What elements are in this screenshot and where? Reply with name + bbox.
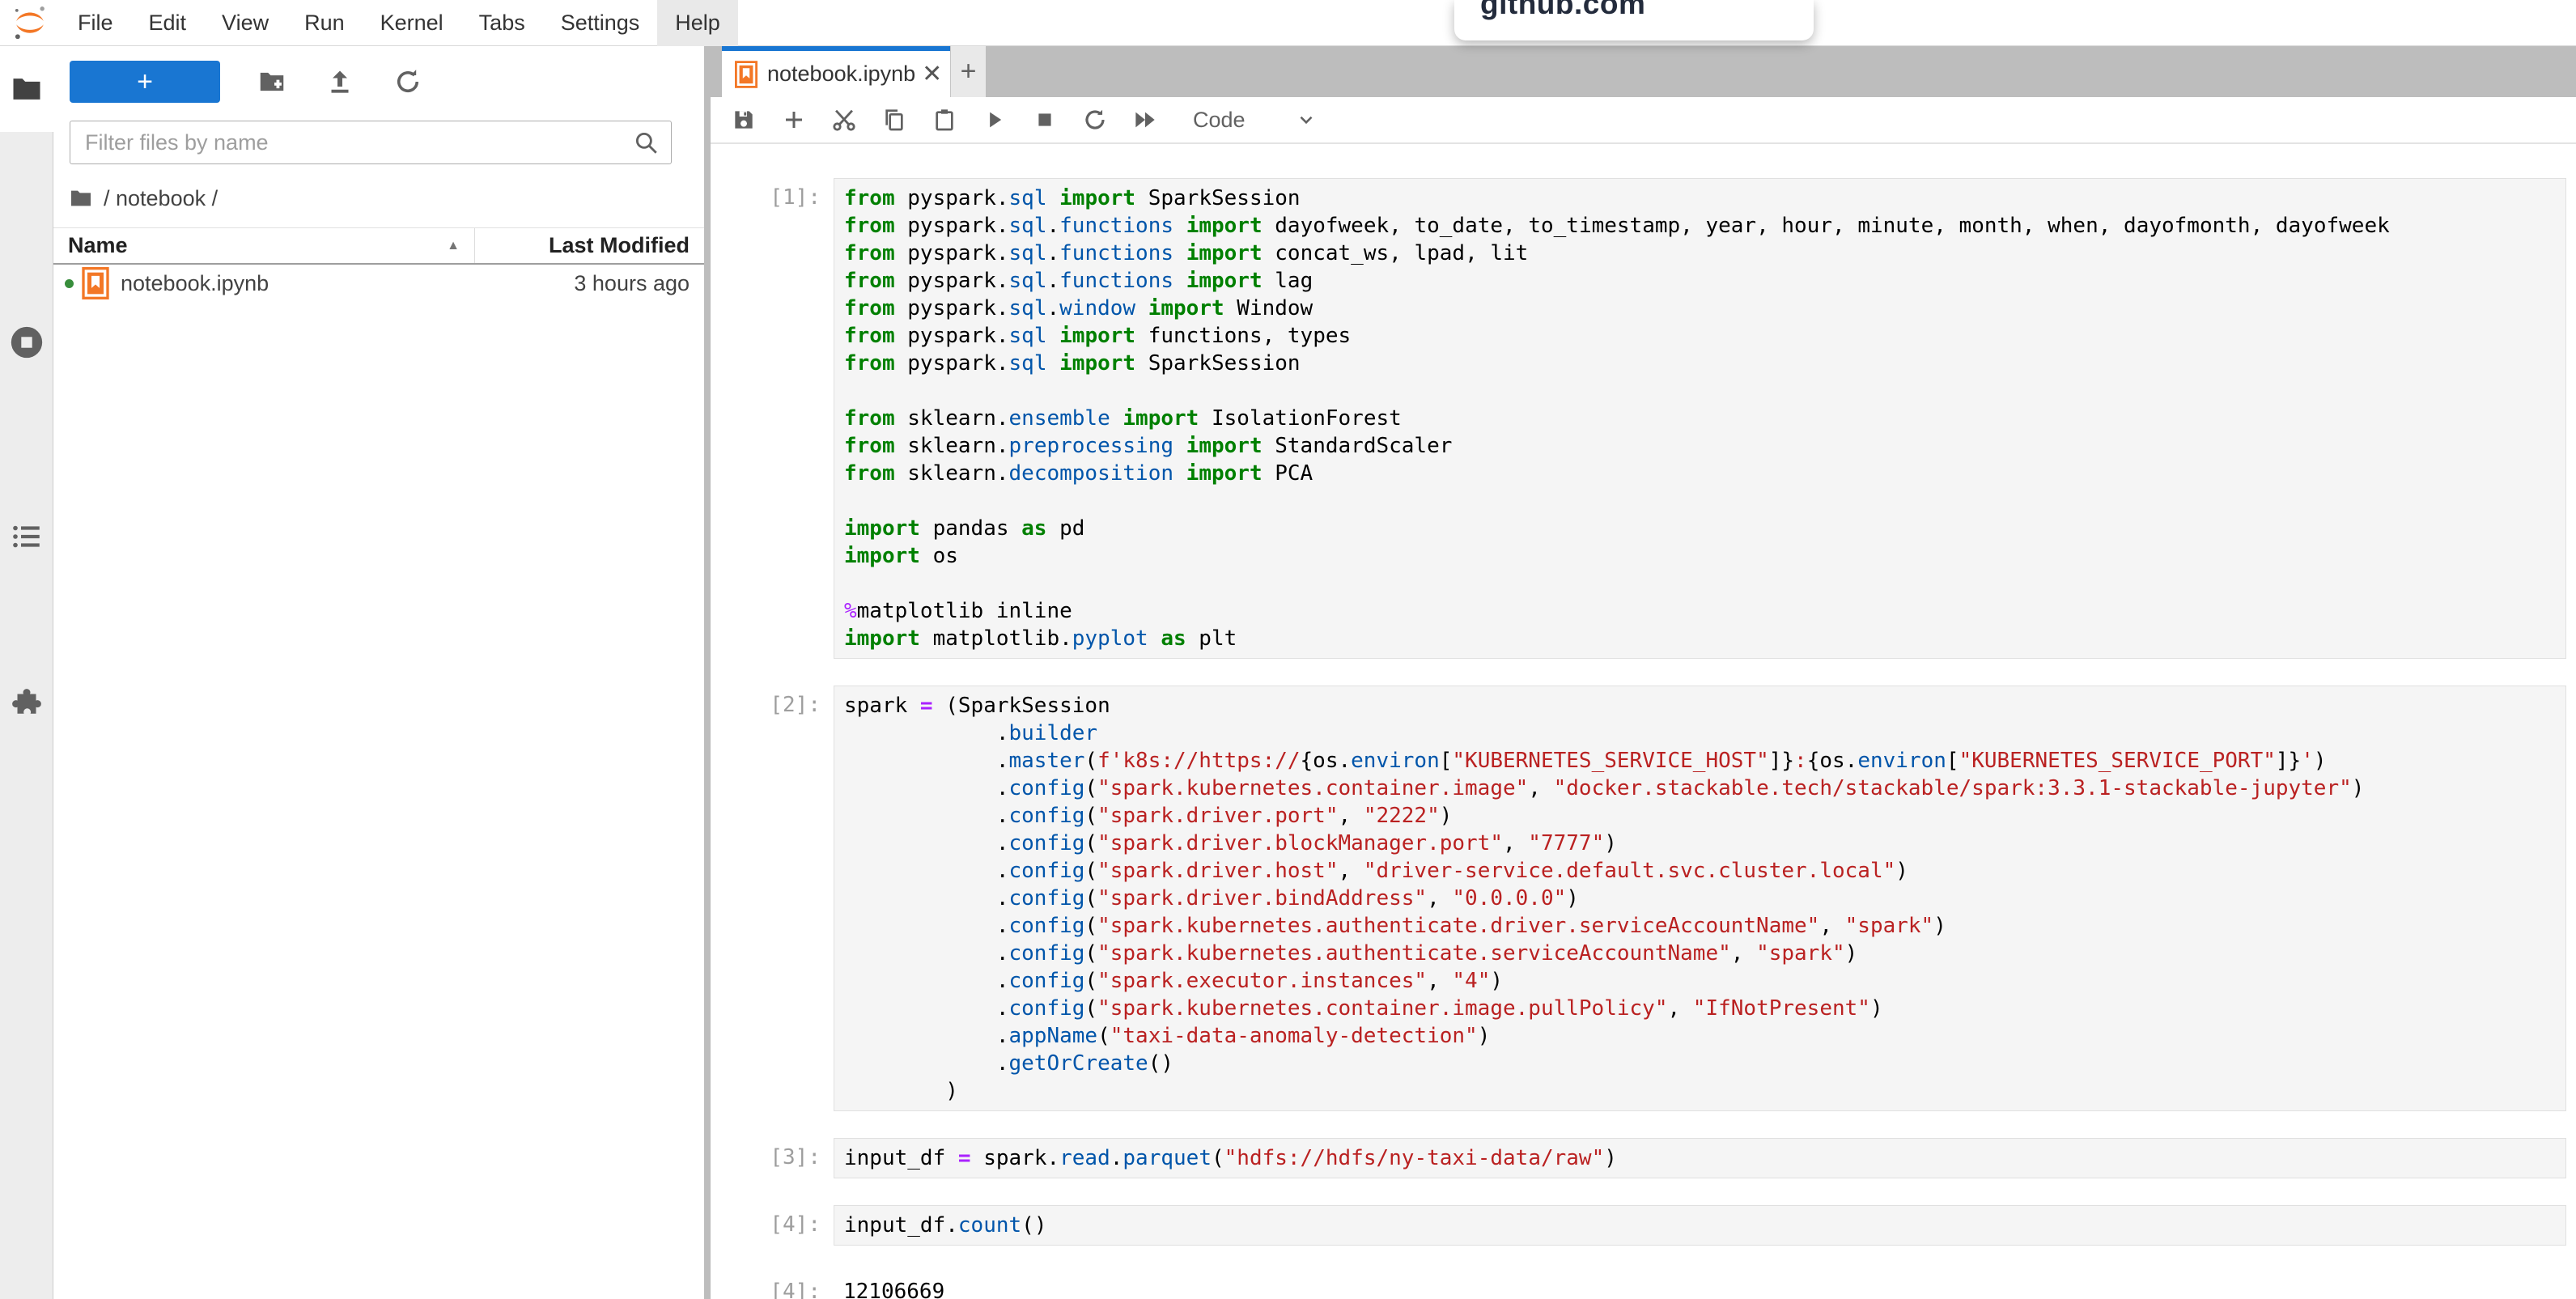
- menu-edit[interactable]: Edit: [131, 0, 205, 46]
- breadcrumb-path[interactable]: / notebook /: [104, 186, 218, 211]
- add-cell-icon[interactable]: [780, 105, 808, 134]
- breadcrumb[interactable]: / notebook /: [53, 182, 704, 214]
- new-folder-icon[interactable]: [256, 66, 288, 98]
- menu-settings[interactable]: Settings: [543, 0, 658, 46]
- home-folder-icon[interactable]: [68, 185, 94, 211]
- close-tab-icon[interactable]: ✕: [922, 60, 942, 88]
- tab-bar: notebook.ipynb ✕ +: [711, 46, 2576, 97]
- notebook-file-icon: [735, 61, 758, 88]
- file-list-header: Name ▲ Last Modified: [53, 227, 704, 265]
- browser-popup: github.com: [1454, 0, 1814, 40]
- execution-prompt: [2]:: [711, 686, 834, 717]
- upload-icon[interactable]: [324, 66, 356, 98]
- new-tab-button[interactable]: +: [950, 46, 986, 97]
- menu-run[interactable]: Run: [286, 0, 363, 46]
- copy-icon[interactable]: [881, 105, 908, 134]
- tab-title: notebook.ipynb: [767, 62, 915, 87]
- save-icon[interactable]: [730, 105, 758, 134]
- menu-kernel[interactable]: Kernel: [363, 0, 461, 46]
- notebook-toolbar: Code: [711, 97, 2576, 144]
- menu-bar: File Edit View Run Kernel Tabs Settings …: [0, 0, 2576, 46]
- code-cell: [1]:from pyspark.sql import SparkSession…: [711, 178, 2576, 659]
- execution-prompt: [4]:: [711, 1205, 834, 1237]
- search-icon: [632, 129, 660, 156]
- puzzle-icon: [8, 685, 45, 722]
- refresh-icon[interactable]: [392, 66, 424, 98]
- popup-text: github.com: [1480, 0, 1814, 21]
- menu-file[interactable]: File: [60, 0, 131, 46]
- cell-type-select[interactable]: Code: [1193, 108, 1246, 133]
- code-cell: [4]:input_df.count(): [711, 1205, 2576, 1246]
- sort-ascending-icon: ▲: [447, 239, 460, 253]
- run-all-icon[interactable]: [1131, 105, 1159, 134]
- main-area: notebook.ipynb ✕ +: [711, 46, 2576, 1299]
- notebook-file-icon: [82, 267, 109, 299]
- sidebar-item-extensions[interactable]: [7, 684, 46, 723]
- menu-view[interactable]: View: [204, 0, 286, 46]
- list-icon: [10, 520, 44, 554]
- cell-editor[interactable]: spark = (SparkSession .builder .master(f…: [834, 686, 2566, 1111]
- file-browser-toolbar: +: [53, 46, 704, 103]
- cell-editor[interactable]: from pyspark.sql import SparkSessionfrom…: [834, 178, 2566, 659]
- cell-output: 12106669: [834, 1272, 2566, 1299]
- tab-notebook[interactable]: notebook.ipynb ✕: [722, 46, 950, 97]
- left-sidebar: [0, 46, 53, 1299]
- kernel-running-dot: [65, 279, 74, 288]
- filter-files-box: [70, 121, 672, 164]
- file-list-item[interactable]: notebook.ipynb 3 hours ago: [53, 265, 704, 302]
- output-prompt: [4]:: [711, 1272, 834, 1299]
- menu-help[interactable]: Help: [657, 0, 738, 46]
- sidebar-item-running-sessions[interactable]: [7, 323, 46, 362]
- restart-kernel-icon[interactable]: [1081, 105, 1109, 134]
- column-header-name[interactable]: Name ▲: [53, 228, 474, 263]
- file-modified-time: 3 hours ago: [574, 271, 704, 296]
- folder-icon: [7, 70, 46, 108]
- file-name: notebook.ipynb: [121, 271, 269, 296]
- sidebar-item-table-of-contents[interactable]: [7, 517, 46, 556]
- paste-icon[interactable]: [931, 105, 958, 134]
- filter-files-input[interactable]: [85, 130, 632, 155]
- execution-prompt: [3]:: [711, 1138, 834, 1170]
- jupyter-logo-icon: [11, 4, 49, 41]
- output-row: [4]:12106669: [711, 1272, 2576, 1299]
- code-cell: [2]:spark = (SparkSession .builder .mast…: [711, 686, 2576, 1111]
- file-browser-panel: + / notebo: [53, 46, 704, 1299]
- sidebar-item-file-browser[interactable]: [0, 46, 53, 132]
- chevron-down-icon[interactable]: [1296, 109, 1317, 130]
- stop-circle-icon: [8, 324, 45, 361]
- run-icon[interactable]: [981, 105, 1008, 134]
- code-cell: [3]:input_df = spark.read.parquet("hdfs:…: [711, 1138, 2576, 1178]
- panel-splitter[interactable]: [704, 46, 711, 1299]
- new-launcher-button[interactable]: +: [70, 61, 220, 103]
- column-header-last-modified[interactable]: Last Modified: [474, 228, 704, 263]
- stop-icon[interactable]: [1031, 105, 1059, 134]
- execution-prompt: [1]:: [711, 178, 834, 210]
- menu-tabs[interactable]: Tabs: [461, 0, 543, 46]
- cell-editor[interactable]: input_df = spark.read.parquet("hdfs://hd…: [834, 1138, 2566, 1178]
- notebook-cells: [1]:from pyspark.sql import SparkSession…: [711, 144, 2576, 1299]
- cell-editor[interactable]: input_df.count(): [834, 1205, 2566, 1246]
- cut-icon[interactable]: [830, 105, 858, 134]
